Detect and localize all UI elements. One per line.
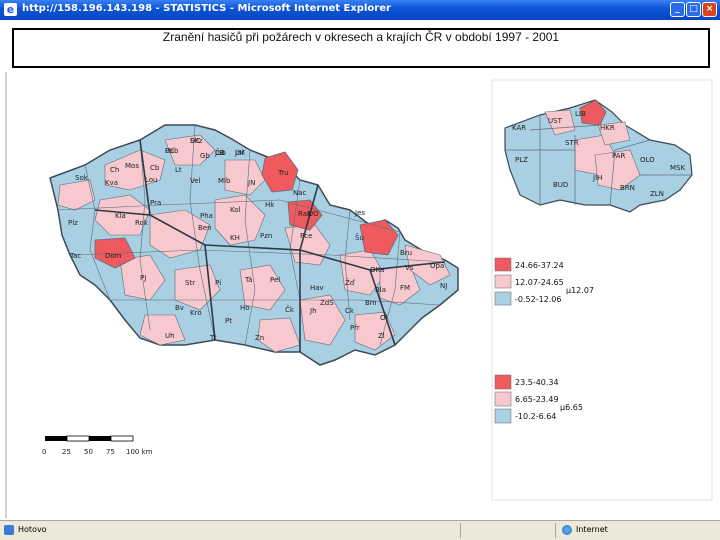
district-label: NJ [440, 282, 447, 290]
region-label: BRN [620, 184, 635, 192]
district-label: Pt [225, 317, 232, 325]
region-label: HKR [600, 124, 615, 132]
district-label: Tř [209, 334, 216, 342]
legend-region-label-2: 6.65-23.49 [515, 395, 559, 404]
region-label: LIB [575, 110, 586, 118]
district-label: Čk [285, 305, 295, 314]
scale-tick-75: 75 [106, 448, 115, 456]
district-label: Rok [135, 219, 149, 227]
region-label: STR [565, 139, 579, 147]
district-label: Pí [215, 279, 222, 287]
district-label: Kva [105, 179, 118, 187]
legend-district-label-2: 12.07-24.65 [515, 278, 564, 287]
district-label: Cb [150, 164, 160, 172]
district-label: PJ [140, 274, 146, 282]
district-label: Str [185, 279, 195, 287]
district-label: Hav [310, 284, 324, 292]
legend-district-mean: μ12.07 [566, 286, 594, 295]
district-label: Plz [68, 219, 78, 227]
district-label: Přr [350, 324, 360, 332]
district-label: Pra [150, 199, 161, 207]
status-bar: Hotovo Internet [0, 520, 720, 540]
district-label: Ol [380, 314, 388, 322]
region-label: MSK [670, 164, 685, 172]
region-label: JIH [592, 174, 602, 182]
region-label: UST [548, 117, 563, 125]
status-divider [460, 523, 461, 538]
scale-tick-50: 50 [84, 448, 93, 456]
district-map [49, 124, 459, 366]
district-label: Tac [69, 252, 81, 260]
region-label: PAR [612, 152, 626, 160]
district-label: Vel [190, 177, 201, 185]
district-label: Sok [75, 174, 89, 182]
legend-district-label-1: 24.66-37.24 [515, 261, 564, 270]
district-label: Ch [110, 166, 119, 174]
district-label: Ho [240, 304, 250, 312]
status-divider [555, 523, 556, 538]
district-label: Hk [265, 201, 275, 209]
scale-tick-100: 100 km [126, 448, 153, 456]
page-icon [4, 525, 14, 535]
district-label: ČB [215, 148, 225, 157]
district-label: Mos [125, 162, 139, 170]
district-label: Bru [400, 249, 412, 257]
district-label: Kla [115, 212, 126, 220]
region-label: KAR [512, 124, 526, 132]
legend-region-mean: μ6.65 [560, 403, 583, 412]
legend-region-label-3: -10.2-6.64 [515, 412, 556, 421]
district-label: Bm [365, 299, 377, 307]
scale-tick-0: 0 [42, 448, 46, 456]
district-label: FM [400, 284, 410, 292]
district-label: Ck [345, 307, 355, 315]
legend-district-label-3: -0.52-12.06 [515, 295, 562, 304]
region-label: OLO [640, 156, 655, 164]
map-canvas: ULbDCJab LMGbCbMosChSokKva LouLtVel Mlb JNTr… [5, 72, 713, 518]
district-label: KH [230, 234, 240, 242]
district-label: Prl [165, 147, 174, 155]
district-label: Bla [375, 286, 386, 294]
district-label: Žď [345, 278, 356, 287]
district-label: Bv [175, 304, 184, 312]
district-label: Pce [300, 232, 312, 240]
district-label: Ben [198, 224, 212, 232]
district-label: Pel [270, 276, 280, 284]
district-label: Opa [430, 262, 444, 270]
district-label: Jhl [234, 149, 244, 157]
district-label: Šu [355, 233, 364, 242]
district-label: UO [308, 210, 319, 218]
district-label: Lt [175, 166, 182, 174]
district-label: Pha [200, 212, 213, 220]
district-label: Dom [105, 252, 122, 260]
district-label: Vs [405, 264, 414, 272]
district-label: Kol [230, 206, 241, 214]
district-label: Gb [200, 152, 210, 160]
district-label: Zn [255, 334, 264, 342]
region-label: BUD [553, 181, 568, 189]
district-label: Tru [277, 169, 289, 177]
district-label: Tá [244, 276, 252, 284]
district-label: Jes [354, 209, 365, 217]
district-label: Nac [293, 189, 307, 197]
legend-region-label-1: 23.5-40.34 [515, 378, 559, 387]
region-label: ZLN [650, 190, 664, 198]
district-label: Lou [145, 176, 158, 184]
internet-zone-icon [562, 525, 572, 535]
district-label: Mlb [218, 177, 231, 185]
status-text: Hotovo [18, 525, 47, 534]
scale-tick-25: 25 [62, 448, 71, 456]
district-label: Jh [309, 307, 317, 315]
region-label: PLZ [515, 156, 528, 164]
district-label: Zl [378, 332, 385, 340]
district-label: OKa [370, 266, 384, 274]
district-label: Shz [190, 137, 203, 145]
scale-bar: 0 25 50 75 100 km [42, 435, 153, 456]
zone-text: Internet [576, 525, 608, 534]
district-label: Kro [190, 309, 202, 317]
district-label: Pzn [260, 232, 272, 240]
district-label: JN [247, 179, 255, 187]
district-label: Uh [165, 332, 175, 340]
district-label: ZdS [320, 299, 334, 307]
